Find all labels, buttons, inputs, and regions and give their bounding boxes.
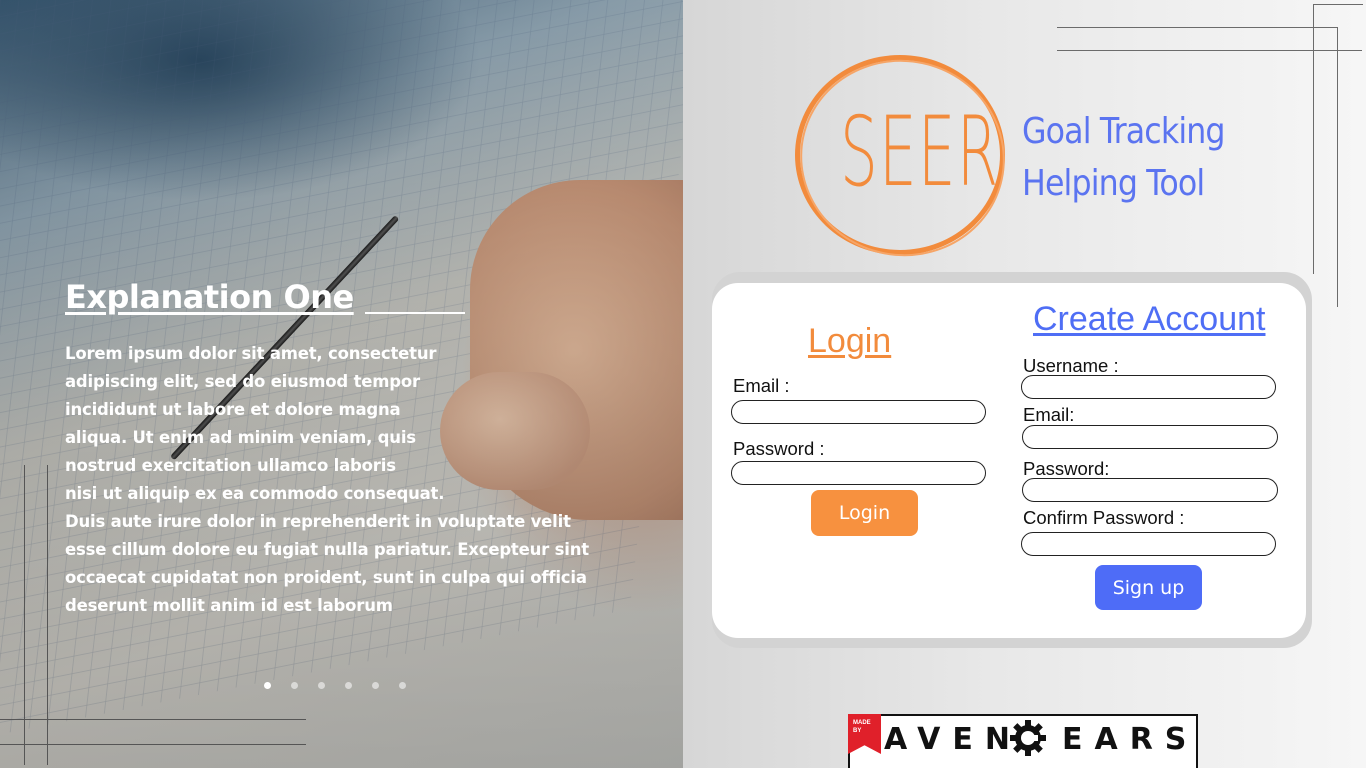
- login-email-input[interactable]: [731, 400, 986, 424]
- logo-wordmark: SEER: [840, 96, 1000, 208]
- frame-line: [1057, 27, 1337, 28]
- carousel-dot-3[interactable]: [318, 682, 325, 689]
- login-password-input[interactable]: [731, 461, 986, 485]
- login-button[interactable]: Login: [811, 490, 918, 536]
- carousel-dot-2[interactable]: [291, 682, 298, 689]
- frame-line: [1337, 27, 1338, 307]
- tagline-line-1: Goal Tracking: [1022, 111, 1226, 152]
- carousel-dot-6[interactable]: [399, 682, 406, 689]
- signup-button[interactable]: Sign up: [1095, 565, 1202, 610]
- hero-image-panel: Explanation One Lorem ipsum dolor sit am…: [0, 0, 683, 768]
- frame-line: [24, 465, 25, 765]
- gear-icon: [1010, 720, 1046, 756]
- badge-made-by: MADE BY: [853, 720, 871, 734]
- signup-confirm-password-input[interactable]: [1021, 532, 1276, 556]
- login-password-label: Password :: [733, 438, 825, 459]
- carousel-dot-5[interactable]: [372, 682, 379, 689]
- badge-company-left: AVEN: [884, 722, 1022, 757]
- carousel-dot-4[interactable]: [345, 682, 352, 689]
- frame-line: [47, 465, 48, 765]
- frame-line: [0, 719, 306, 720]
- tagline: Goal Tracking Helping Tool: [1022, 106, 1226, 210]
- signup-confirm-password-label: Confirm Password :: [1023, 507, 1185, 528]
- signup-email-label: Email:: [1023, 404, 1075, 425]
- login-email-label: Email :: [733, 375, 790, 396]
- title-underline: [365, 312, 465, 314]
- carousel-dots: [264, 682, 406, 689]
- tagline-line-2: Helping Tool: [1022, 163, 1205, 204]
- frame-line: [1313, 4, 1314, 274]
- create-account-title-link[interactable]: Create Account: [1033, 300, 1265, 339]
- frame-line: [1057, 50, 1362, 51]
- hero-description: Lorem ipsum dolor sit amet, consectetur …: [65, 344, 589, 615]
- signup-email-input[interactable]: [1022, 425, 1278, 449]
- hero-title: Explanation One: [65, 278, 354, 316]
- frame-line: [0, 744, 306, 745]
- frame-line: [1313, 4, 1363, 5]
- badge-company-right: EARS: [1062, 722, 1199, 757]
- login-title-link[interactable]: Login: [808, 322, 891, 361]
- signup-password-label: Password:: [1023, 458, 1110, 479]
- signup-username-input[interactable]: [1021, 375, 1276, 399]
- signup-password-input[interactable]: [1022, 478, 1278, 502]
- signup-username-label: Username :: [1023, 355, 1119, 376]
- carousel-dot-1[interactable]: [264, 682, 271, 689]
